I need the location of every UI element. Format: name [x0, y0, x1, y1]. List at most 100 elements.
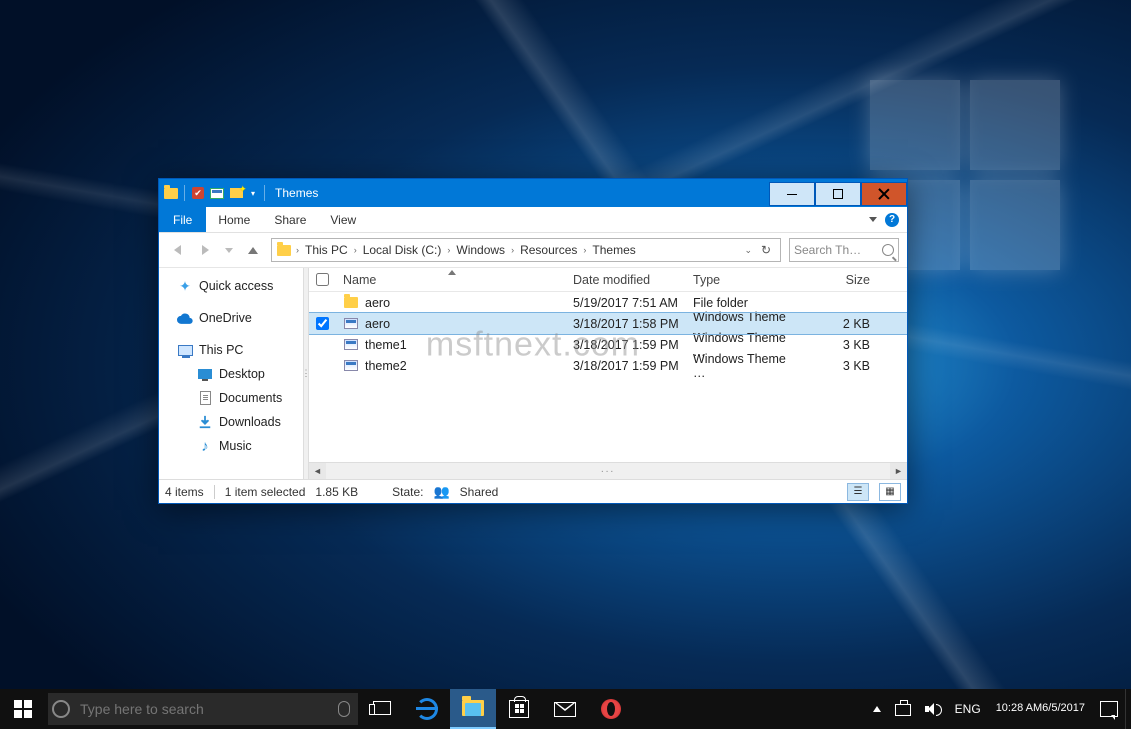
nav-onedrive[interactable]: OneDrive: [159, 306, 309, 330]
taskbar-app-edge[interactable]: [404, 689, 450, 729]
titlebar[interactable]: ✔ ▾ Themes: [159, 179, 907, 207]
minimize-button[interactable]: [769, 182, 815, 206]
taskbar-app-opera[interactable]: [588, 689, 634, 729]
taskbar-app-mail[interactable]: [542, 689, 588, 729]
column-header-size[interactable]: Size: [805, 273, 877, 287]
scroll-right-button[interactable]: ►: [890, 463, 907, 480]
thumbnails-view-button[interactable]: ▦: [879, 483, 901, 501]
file-date: 5/19/2017 7:51 AM: [567, 296, 687, 310]
status-state-label: State:: [392, 485, 423, 499]
chevron-right-icon[interactable]: ›: [294, 245, 301, 255]
clock-date: 6/5/2017: [1042, 702, 1085, 716]
taskbar-app-store[interactable]: [496, 689, 542, 729]
table-row[interactable]: theme23/18/2017 1:59 PMWindows Theme …3 …: [309, 355, 907, 376]
details-view-button[interactable]: ☰: [847, 483, 869, 501]
help-icon[interactable]: ?: [885, 213, 899, 227]
opera-icon: [601, 699, 621, 719]
table-row[interactable]: theme13/18/2017 1:59 PMWindows Theme …3 …: [309, 334, 907, 355]
ribbon-tab-share[interactable]: Share: [262, 213, 318, 227]
tray-overflow-button[interactable]: [866, 689, 888, 729]
theme-file-icon: [343, 316, 359, 332]
nav-back-button[interactable]: [167, 240, 187, 260]
download-icon: [197, 414, 213, 430]
ribbon-expand-icon[interactable]: [869, 217, 877, 222]
horizontal-scrollbar[interactable]: ◄ ∙∙∙ ►: [309, 462, 907, 479]
breadcrumb-segment[interactable]: Themes: [590, 243, 637, 257]
microphone-icon[interactable]: [338, 701, 350, 717]
chevron-up-icon: [873, 706, 881, 712]
store-icon: [509, 700, 529, 718]
qat-customize-dropdown[interactable]: ▾: [251, 189, 255, 198]
column-headers: Name Date modified Type Size: [309, 268, 907, 292]
breadcrumb-segment[interactable]: Local Disk (C:): [361, 243, 444, 257]
ribbon-tab-home[interactable]: Home: [206, 213, 262, 227]
chevron-right-icon[interactable]: ›: [509, 245, 516, 255]
column-header-type[interactable]: Type: [687, 273, 805, 287]
taskbar-app-file-explorer[interactable]: [450, 689, 496, 729]
nav-up-button[interactable]: [243, 240, 263, 260]
volume-icon: [925, 702, 941, 716]
scroll-left-button[interactable]: ◄: [309, 463, 326, 480]
pc-icon: [177, 342, 193, 358]
table-row[interactable]: aero3/18/2017 1:58 PMWindows Theme …2 KB: [309, 313, 907, 334]
taskbar-search-input[interactable]: [80, 701, 332, 717]
chevron-right-icon[interactable]: ›: [352, 245, 359, 255]
desktop-wallpaper: ✔ ▾ Themes File Home Share View ?: [0, 0, 1131, 729]
search-placeholder: Search Th…: [794, 243, 882, 257]
table-row[interactable]: aero 5/19/2017 7:51 AMFile folder: [309, 292, 907, 313]
cloud-icon: [177, 310, 193, 326]
ribbon-tab-file[interactable]: File: [159, 207, 206, 232]
tray-network-button[interactable]: [888, 689, 918, 729]
task-view-button[interactable]: [358, 689, 404, 729]
file-name: theme2: [365, 359, 407, 373]
tray-clock[interactable]: 10:28 AM 6/5/2017: [988, 689, 1093, 729]
tray-action-center-button[interactable]: [1093, 689, 1125, 729]
chevron-right-icon[interactable]: ›: [581, 245, 588, 255]
column-header-date[interactable]: Date modified: [567, 273, 687, 287]
row-checkbox[interactable]: [316, 317, 329, 330]
file-type: Windows Theme …: [687, 352, 805, 380]
ribbon-tabs: File Home Share View ?: [159, 207, 907, 233]
search-input[interactable]: Search Th…: [789, 238, 899, 262]
navpane-splitter[interactable]: ⋮: [303, 268, 309, 479]
chevron-right-icon[interactable]: ›: [445, 245, 452, 255]
file-name: aero: [365, 296, 390, 310]
breadcrumb-segment[interactable]: Windows: [454, 243, 507, 257]
column-checkbox[interactable]: [309, 273, 337, 286]
tray-volume-button[interactable]: [918, 689, 948, 729]
status-item-count: 4 items: [165, 485, 204, 499]
breadcrumb[interactable]: › This PC › Local Disk (C:) › Windows › …: [271, 238, 781, 262]
nav-quick-access[interactable]: ✦ Quick access: [159, 274, 309, 298]
nav-forward-button[interactable]: [195, 240, 215, 260]
nav-desktop[interactable]: Desktop: [159, 362, 309, 386]
column-header-name[interactable]: Name: [337, 273, 567, 287]
scrollbar-track[interactable]: ∙∙∙: [326, 466, 890, 477]
close-button[interactable]: [861, 182, 907, 206]
nav-this-pc[interactable]: This PC: [159, 338, 309, 362]
show-desktop-button[interactable]: [1125, 689, 1131, 729]
clock-time: 10:28 AM: [996, 702, 1042, 716]
qat-new-folder-icon[interactable]: [228, 185, 244, 201]
nav-music[interactable]: ♪ Music: [159, 434, 309, 458]
tray-language-button[interactable]: ENG: [948, 689, 988, 729]
file-type: File folder: [687, 296, 805, 310]
ribbon-tab-view[interactable]: View: [318, 213, 368, 227]
qat-pin-icon[interactable]: ✔: [190, 185, 206, 201]
nav-recent-dropdown[interactable]: [223, 240, 235, 260]
refresh-button[interactable]: ↻: [756, 243, 776, 257]
breadcrumb-segment[interactable]: This PC: [303, 243, 350, 257]
taskbar: ENG 10:28 AM 6/5/2017: [0, 689, 1131, 729]
start-button[interactable]: [0, 689, 46, 729]
maximize-button[interactable]: [815, 182, 861, 206]
breadcrumb-segment[interactable]: Resources: [518, 243, 579, 257]
breadcrumb-folder-icon: [276, 242, 292, 258]
theme-file-icon: [343, 358, 359, 374]
windows-logo-icon: [14, 700, 32, 718]
file-list: Name Date modified Type Size aero 5/19/20…: [309, 268, 907, 479]
nav-downloads[interactable]: Downloads: [159, 410, 309, 434]
breadcrumb-history-dropdown[interactable]: ⌄: [742, 245, 754, 256]
file-date: 3/18/2017 1:59 PM: [567, 338, 687, 352]
qat-properties-icon[interactable]: [209, 185, 225, 201]
taskbar-search[interactable]: [48, 693, 358, 725]
nav-documents[interactable]: Documents: [159, 386, 309, 410]
